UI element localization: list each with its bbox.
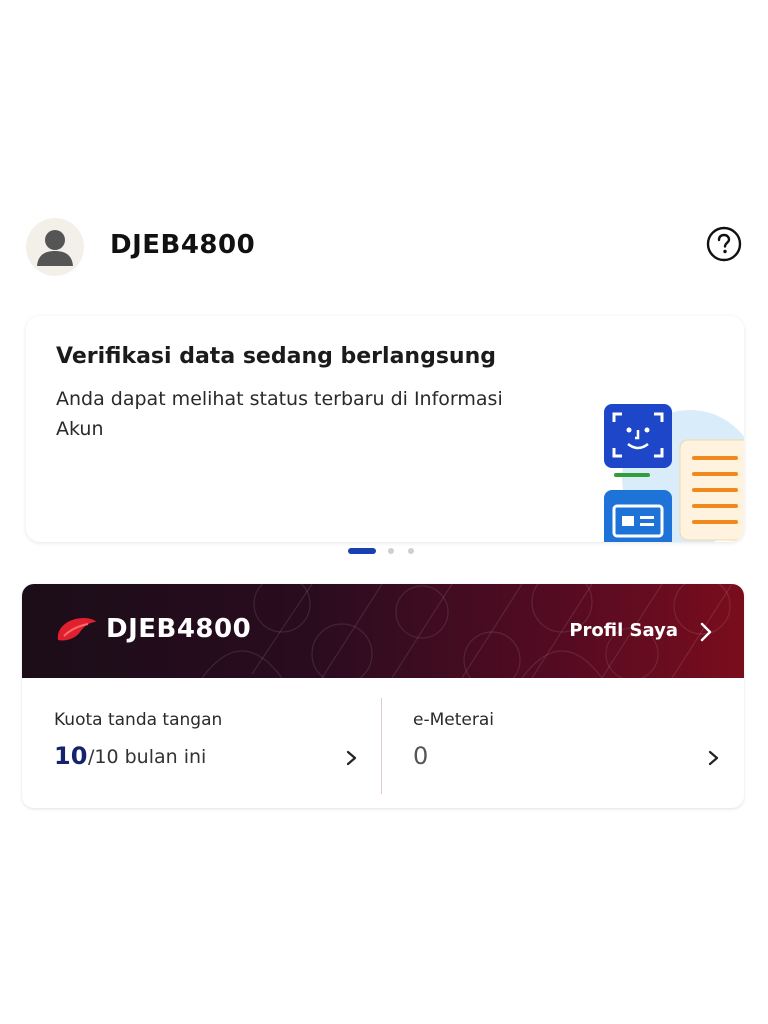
signature-quota[interactable]: Kuota tanda tangan 10 /10 bulan ini — [22, 678, 382, 808]
chevron-right-icon — [706, 746, 722, 770]
banner-title: Verifikasi data sedang berlangsung — [56, 344, 496, 369]
username: DJEB4800 — [110, 230, 256, 260]
user-avatar-icon[interactable] — [26, 218, 84, 276]
carousel-indicator — [348, 546, 428, 556]
carousel-dot-active[interactable] — [348, 548, 376, 554]
quota-suffix: /10 bulan ini — [88, 746, 207, 768]
carousel-dot[interactable] — [408, 548, 414, 554]
chevron-right-icon — [344, 746, 360, 770]
profile-card: DJEB4800 Profil Saya Kuota tanda tangan … — [22, 584, 744, 808]
chevron-right-icon — [694, 618, 718, 646]
face-id-document-illustration — [594, 400, 744, 542]
profile-link-label: Profil Saya — [569, 620, 678, 641]
help-circle-icon[interactable] — [706, 226, 742, 262]
banner-description: Anda dapat melihat status terbaru di Inf… — [56, 388, 503, 440]
emeterai-label: e-Meterai — [413, 710, 494, 730]
verification-banner[interactable]: Verifikasi data sedang berlangsung Anda … — [26, 316, 744, 542]
stat-divider — [381, 698, 382, 794]
user-header: DJEB4800 — [26, 218, 746, 278]
quota-label: Kuota tanda tangan — [54, 710, 223, 730]
carousel-dot[interactable] — [388, 548, 394, 554]
card-username: DJEB4800 — [106, 614, 252, 644]
quota-value: 10 — [54, 742, 88, 770]
emeterai-value: 0 — [413, 742, 429, 770]
emeterai-stat[interactable]: e-Meterai 0 — [383, 678, 744, 808]
brand-logo-icon — [54, 614, 98, 644]
profile-card-header[interactable]: DJEB4800 Profil Saya — [22, 584, 744, 678]
